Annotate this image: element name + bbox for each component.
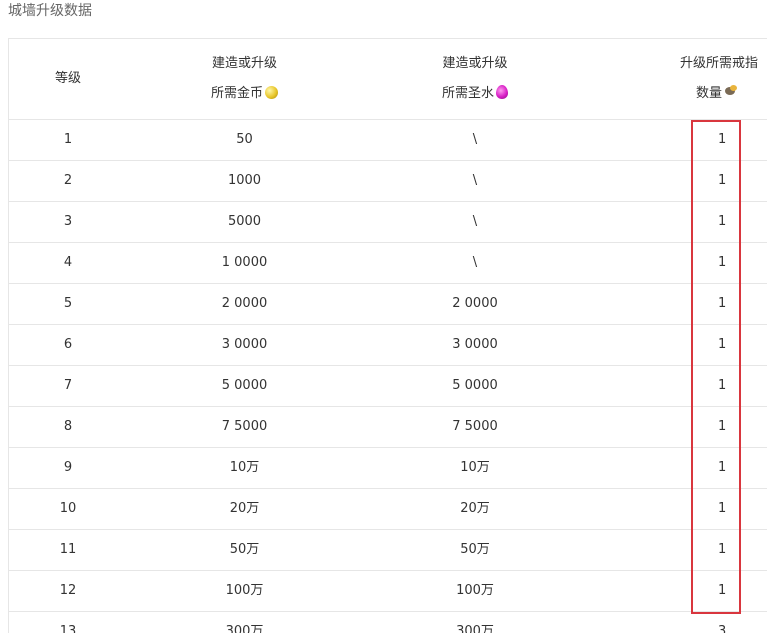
table-body: 1 50 \ 1 2 1000 \ 1 3 5000 \ 1 4 1 0000 \ 1 5 2 0000 2 000… [9,119,767,633]
cell-rings: 1 [588,529,767,571]
cell-level: 1 [9,119,127,161]
table-row: 63 0000 3 0000 1 [9,324,767,366]
table-row: 41 0000 \ 1 [9,242,767,284]
cell-level: 9 [9,447,127,489]
cell-rings: 3 [588,611,767,633]
elixir-drop-icon [496,85,508,99]
page-title: 城墙升级数据 [8,3,92,19]
cell-rings: 1 [588,406,767,448]
cell-level: 6 [9,324,127,366]
cell-rings: 1 [588,119,767,161]
cell-gold: 100万 [127,570,362,612]
cell-rings: 1 [588,283,767,325]
cell-level: 4 [9,242,127,284]
table-row: 52 0000 2 0000 1 [9,283,767,325]
cell-level: 12 [9,570,127,612]
cell-elixir: 5 0000 [362,365,588,407]
table-row: 11 50万 50万 1 [9,529,767,571]
table-row: 3 5000 \ 1 [9,201,767,243]
cell-level: 2 [9,160,127,202]
cell-elixir: \ [362,119,588,161]
cell-elixir: \ [362,201,588,243]
cell-level: 13 [9,611,127,633]
header-elixir: 建造或升级 所需圣水 [362,39,588,120]
header-rings-line2: 数量 [696,86,723,101]
header-rings-line2-wrap: 数量 [680,79,767,109]
table-row: 13 300万 300万 3 [9,611,767,633]
header-rings: 升级所需戒指 数量 [588,39,767,120]
cell-elixir: 10万 [362,447,588,489]
page: 城墙升级数据 等级 建造或升级 所需金币 建造或升级 所需圣水 升级所需戒指 数… [0,0,767,633]
header-elixir-line2: 所需圣水 [441,86,494,101]
cell-elixir: 20万 [362,488,588,530]
table-row: 12 100万 100万 1 [9,570,767,612]
cell-gold: 300万 [127,611,362,633]
cell-gold: 5 0000 [127,365,362,407]
cell-rings: 1 [588,201,767,243]
cell-gold: 5000 [127,201,362,243]
cell-level: 8 [9,406,127,448]
table-row: 1 50 \ 1 [9,119,767,161]
cell-rings: 1 [588,242,767,284]
cell-elixir: 100万 [362,570,588,612]
cell-rings: 1 [588,447,767,489]
cell-gold: 10万 [127,447,362,489]
table-row: 10 20万 20万 1 [9,488,767,530]
cell-elixir: 50万 [362,529,588,571]
cell-gold: 1000 [127,160,362,202]
table-row: 87 5000 7 5000 1 [9,406,767,448]
table-header-row: 等级 建造或升级 所需金币 建造或升级 所需圣水 升级所需戒指 数量 [9,39,767,120]
header-level-label: 等级 [54,71,81,86]
table-container: 等级 建造或升级 所需金币 建造或升级 所需圣水 升级所需戒指 数量 1 50 … [8,38,767,633]
cell-elixir: \ [362,242,588,284]
cell-level: 3 [9,201,127,243]
cell-elixir: 2 0000 [362,283,588,325]
cell-level: 11 [9,529,127,571]
table-row: 75 0000 5 0000 1 [9,365,767,407]
cell-level: 5 [9,283,127,325]
header-rings-line1: 升级所需戒指 [680,56,759,71]
table-row: 9 10万 10万 1 [9,447,767,489]
cell-gold: 2 0000 [127,283,362,325]
cell-gold: 1 0000 [127,242,362,284]
cell-elixir: 300万 [362,611,588,633]
header-gold-line1: 建造或升级 [211,56,277,71]
gold-coin-icon [265,86,278,99]
cell-rings: 1 [588,160,767,202]
header-gold-line2-wrap: 所需金币 [127,79,362,109]
cell-gold: 7 5000 [127,406,362,448]
cell-elixir: \ [362,160,588,202]
cell-elixir: 3 0000 [362,324,588,366]
cell-gold: 20万 [127,488,362,530]
cell-rings: 1 [588,488,767,530]
header-elixir-line2-wrap: 所需圣水 [362,79,588,109]
cell-rings: 1 [588,324,767,366]
table-row: 2 1000 \ 1 [9,160,767,202]
header-level: 等级 [9,39,127,120]
cell-elixir: 7 5000 [362,406,588,448]
wall-upgrade-table: 等级 建造或升级 所需金币 建造或升级 所需圣水 升级所需戒指 数量 1 50 … [9,39,767,633]
cell-gold: 50 [127,119,362,161]
cell-rings: 1 [588,570,767,612]
cell-rings: 1 [588,365,767,407]
cell-level: 10 [9,488,127,530]
cell-gold: 50万 [127,529,362,571]
cell-gold: 3 0000 [127,324,362,366]
header-gold: 建造或升级 所需金币 [127,39,362,120]
cell-level: 7 [9,365,127,407]
header-elixir-line1: 建造或升级 [442,56,508,71]
wall-ring-icon [724,85,738,97]
header-gold-line2: 所需金币 [210,86,263,101]
